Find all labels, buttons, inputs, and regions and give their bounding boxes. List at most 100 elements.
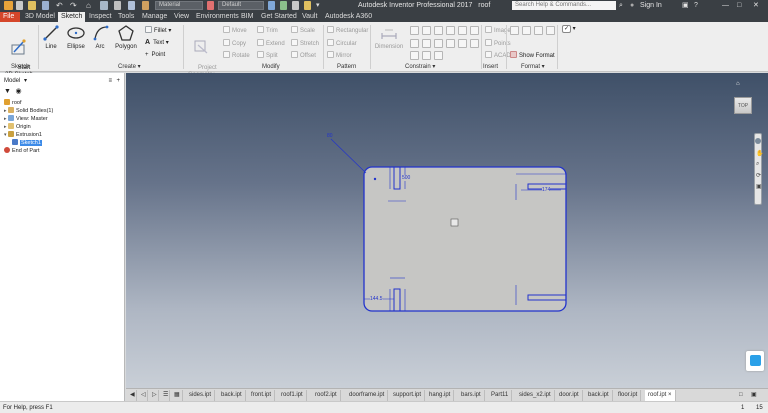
tab-list-icon[interactable]: ☰	[160, 390, 170, 401]
tangent-constraint-icon[interactable]	[434, 39, 443, 48]
close-icon[interactable]: ✕	[753, 1, 759, 11]
tab-scroll-next-icon[interactable]: ▷	[149, 390, 159, 401]
doc-tab[interactable]: Part11	[488, 390, 513, 401]
help-icon[interactable]: ?	[694, 1, 698, 11]
center-point-icon[interactable]	[534, 26, 543, 35]
zoom-icon[interactable]: ⌕	[756, 161, 759, 168]
sign-in-link[interactable]: Sign In	[640, 1, 662, 11]
clear-icon[interactable]	[280, 1, 287, 10]
tree-item-extrusion[interactable]: ▾ Extrusion1	[4, 131, 42, 139]
construction-icon[interactable]	[510, 26, 519, 35]
app-store-button[interactable]	[746, 351, 764, 371]
tab-file[interactable]: File	[0, 12, 20, 22]
doc-tab[interactable]: sides_x2.ipt	[516, 390, 555, 401]
tab-environments[interactable]: Environments	[193, 12, 242, 22]
home-icon[interactable]: ⌂	[86, 1, 95, 10]
tab-scroll-prev-icon[interactable]: ◁	[138, 390, 148, 401]
line-button[interactable]: Line	[42, 24, 60, 51]
rotate-button[interactable]: Rotate	[223, 51, 250, 60]
doc-tab[interactable]: front.ipt	[248, 390, 276, 401]
symmetric-constraint-icon[interactable]	[458, 39, 467, 48]
ilogic-icon[interactable]	[304, 1, 311, 10]
dimension-label-3[interactable]: 174	[542, 187, 551, 193]
circular-pattern-button[interactable]: Circular	[327, 39, 357, 48]
tree-item-origin[interactable]: ▸ Origin	[4, 123, 31, 131]
auto-dimension-icon[interactable]	[434, 51, 443, 60]
browser-add-icon[interactable]: +	[116, 77, 120, 86]
coincident-constraint-icon[interactable]	[410, 26, 419, 35]
cart-icon[interactable]: ▣	[682, 1, 689, 11]
doc-tab[interactable]: floor.ipt	[615, 390, 642, 401]
tree-item-solid-bodies[interactable]: ▸ Solid Bodies(1)	[4, 107, 53, 115]
equal-constraint-icon[interactable]	[470, 39, 479, 48]
save-icon[interactable]	[42, 1, 49, 10]
point-button[interactable]: + Point	[145, 51, 165, 59]
scale-button[interactable]: Scale	[291, 26, 315, 35]
appearance-icon[interactable]	[207, 1, 214, 10]
doc-tab[interactable]: support.ipt	[390, 390, 426, 401]
tree-item-end-of-part[interactable]: End of Part	[4, 147, 40, 155]
doc-tab[interactable]: back.ipt	[585, 390, 613, 401]
measure-icon[interactable]	[128, 1, 135, 10]
open-icon[interactable]	[28, 1, 36, 10]
formula-icon[interactable]	[292, 1, 299, 10]
copy-button[interactable]: Copy	[223, 39, 246, 48]
parallel-constraint-icon[interactable]	[458, 26, 467, 35]
doc-tab[interactable]: doorframe.ipt	[346, 390, 389, 401]
steering-wheel-icon[interactable]	[755, 138, 761, 144]
ellipse-button[interactable]: Ellipse	[65, 24, 87, 51]
vertical-constraint-icon[interactable]	[422, 39, 431, 48]
doc-tab[interactable]: back.ipt	[218, 390, 246, 401]
centerline-icon[interactable]	[522, 26, 531, 35]
select-icon[interactable]	[114, 1, 121, 10]
tab-manage[interactable]: Manage	[139, 12, 170, 22]
home-view-icon[interactable]: ⌂	[736, 81, 740, 87]
minimize-icon[interactable]: —	[722, 1, 729, 11]
search-icon[interactable]: ⌕	[619, 1, 623, 11]
tree-item-sketch[interactable]: Sketch1	[12, 139, 42, 147]
rectangular-pattern-button[interactable]: Rectangular	[327, 26, 368, 35]
browser-menu-dots-icon[interactable]: ≡	[108, 77, 112, 86]
sketch-canvas[interactable]	[126, 73, 768, 388]
tab-bim[interactable]: BIM	[238, 12, 256, 22]
tab-autodesk-a360[interactable]: Autodesk A360	[322, 12, 375, 22]
fix-constraint-icon[interactable]	[446, 26, 455, 35]
update-icon[interactable]	[100, 1, 108, 10]
collinear-constraint-icon[interactable]	[422, 26, 431, 35]
finish-sketch-button[interactable]: ✓ ▾	[562, 25, 576, 33]
show-format-button[interactable]: Show Format	[510, 51, 555, 60]
tab-tools[interactable]: Tools	[115, 12, 137, 22]
undo-icon[interactable]: ↶	[56, 1, 65, 10]
maximize-icon[interactable]: □	[737, 1, 741, 11]
doc-tab-active[interactable]: roof.ipt ×	[645, 390, 676, 401]
smooth-constraint-icon[interactable]	[446, 39, 455, 48]
tab-scroll-first-icon[interactable]: ◀	[127, 390, 137, 401]
dimension-label-2[interactable]: 500	[402, 175, 411, 181]
doc-tab[interactable]: door.ipt	[556, 390, 583, 401]
tab-inspect[interactable]: Inspect	[86, 12, 115, 22]
viewcube[interactable]: TOP	[734, 97, 752, 114]
doc-tab[interactable]: hang.ipt	[426, 390, 455, 401]
tab-tile-icon[interactable]: ▦	[171, 390, 183, 401]
customize-icon[interactable]: ▾	[316, 1, 325, 10]
tree-item-view[interactable]: ▸ View: Master	[4, 115, 48, 123]
adjust-icon[interactable]	[268, 1, 275, 10]
browser-menu-icon[interactable]: ▾	[24, 78, 27, 84]
tab-get-started[interactable]: Get Started	[258, 12, 300, 22]
new-icon[interactable]	[16, 1, 23, 10]
orbit-icon[interactable]: ⟳	[756, 172, 761, 179]
graphics-viewport[interactable]: 80 500 174 144.5 TOP ⌂ ✋ ⌕ ⟳ ▣	[126, 73, 768, 388]
driven-dimension-icon[interactable]	[546, 26, 555, 35]
doc-tab[interactable]: bars.ipt	[458, 390, 485, 401]
close-tab-icon[interactable]: ×	[668, 392, 672, 398]
offset-button[interactable]: Offset	[291, 51, 316, 60]
trim-button[interactable]: Trim	[257, 26, 278, 35]
tab-vault[interactable]: Vault	[299, 12, 320, 22]
tab-3d-model[interactable]: 3D Model	[22, 12, 58, 22]
tree-item-part[interactable]: roof	[4, 99, 21, 107]
search-input[interactable]: Search Help & Commands...	[512, 1, 616, 10]
user-icon[interactable]: ●	[630, 1, 634, 11]
show-constraints-icon[interactable]	[410, 51, 419, 60]
move-button[interactable]: Move	[223, 26, 247, 35]
arc-button[interactable]: Arc	[92, 24, 109, 51]
